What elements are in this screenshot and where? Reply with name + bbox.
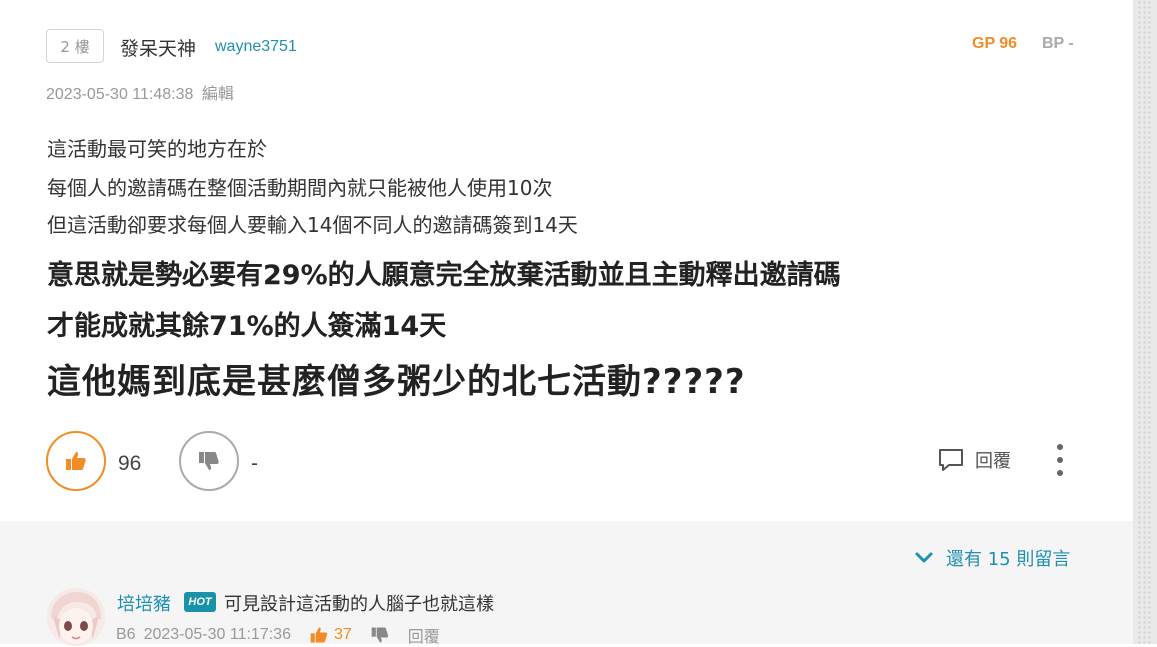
downvote-count: - bbox=[251, 452, 258, 475]
author-name[interactable]: 發呆天神 bbox=[120, 34, 196, 61]
comment-like-count: 37 bbox=[333, 626, 352, 643]
post-card: 2 樓 發呆天神 wayne3751 GP 96 BP - 2023-05-30… bbox=[0, 0, 1133, 521]
post-timestamp: 2023-05-30 11:48:38 bbox=[46, 86, 194, 103]
post-body-line: 但這活動卻要求每個人要輸入14個不同人的邀請碼簽到14天 bbox=[47, 213, 578, 237]
reply-button[interactable]: 回覆 bbox=[937, 447, 1011, 473]
comments-section: 還有 15 則留言 培培豬 HOT 可見設計這活動的人腦子也就這樣 B6 202… bbox=[0, 521, 1133, 647]
thumbs-up-icon bbox=[66, 452, 86, 470]
post-meta: 2023-05-30 11:48:38 編輯 bbox=[46, 80, 234, 104]
comment-meta: B6 2023-05-30 11:17:36 37 回覆 bbox=[116, 623, 440, 647]
post-body-line: 這活動最可笑的地方在於 bbox=[47, 137, 267, 161]
reply-label: 回覆 bbox=[975, 451, 1011, 472]
more-icon-dot bbox=[1057, 457, 1063, 463]
comment-floor: B6 bbox=[116, 626, 136, 643]
comment-like-button[interactable]: 37 bbox=[309, 625, 352, 645]
bp-score[interactable]: BP - bbox=[1042, 35, 1074, 53]
thumbs-up-icon bbox=[310, 627, 328, 643]
comment-time: 2023-05-30 11:17:36 bbox=[143, 626, 291, 643]
more-comments-label: 還有 15 則留言 bbox=[946, 549, 1071, 570]
comment-text: 可見設計這活動的人腦子也就這樣 bbox=[224, 594, 494, 615]
post-body-line: 意思就是勢必要有29%的人願意完全放棄活動並且主動釋出邀請碼 bbox=[47, 260, 841, 291]
more-icon-dot bbox=[1057, 470, 1063, 476]
author-id[interactable]: wayne3751 bbox=[215, 38, 297, 56]
thumbs-down-icon bbox=[199, 452, 219, 470]
hot-badge: HOT bbox=[184, 592, 216, 612]
show-more-comments-button[interactable]: 還有 15 則留言 bbox=[914, 545, 1070, 571]
upvote-count: 96 bbox=[118, 452, 142, 475]
floor-badge[interactable]: 2 樓 bbox=[46, 29, 104, 63]
comment-icon bbox=[939, 449, 963, 471]
avatar-image bbox=[47, 588, 105, 646]
upvote-button[interactable] bbox=[46, 431, 106, 491]
scrollbar-thumb[interactable] bbox=[1137, 0, 1153, 644]
avatar[interactable] bbox=[47, 588, 105, 646]
comment-dislike-button[interactable] bbox=[370, 625, 390, 645]
post-body-line: 才能成就其餘71%的人簽滿14天 bbox=[47, 311, 447, 342]
downvote-button[interactable] bbox=[179, 431, 239, 491]
comment-reply-button[interactable]: 回覆 bbox=[408, 623, 440, 647]
thumbs-down-icon bbox=[371, 627, 388, 643]
post-body-line: 每個人的邀請碼在整個活動期間內就只能被他人使用10次 bbox=[47, 176, 553, 200]
edit-label: 編輯 bbox=[201, 86, 234, 103]
post-body-line: 這他媽到底是甚麼僧多粥少的北七活動????? bbox=[47, 362, 746, 402]
more-icon-dot bbox=[1057, 444, 1063, 450]
chevron-down-icon bbox=[915, 552, 933, 563]
scrollbar[interactable] bbox=[1133, 0, 1157, 644]
gp-score[interactable]: GP 96 bbox=[972, 35, 1017, 53]
more-options-button[interactable] bbox=[1050, 444, 1070, 476]
comment-author[interactable]: 培培豬 bbox=[117, 590, 171, 616]
